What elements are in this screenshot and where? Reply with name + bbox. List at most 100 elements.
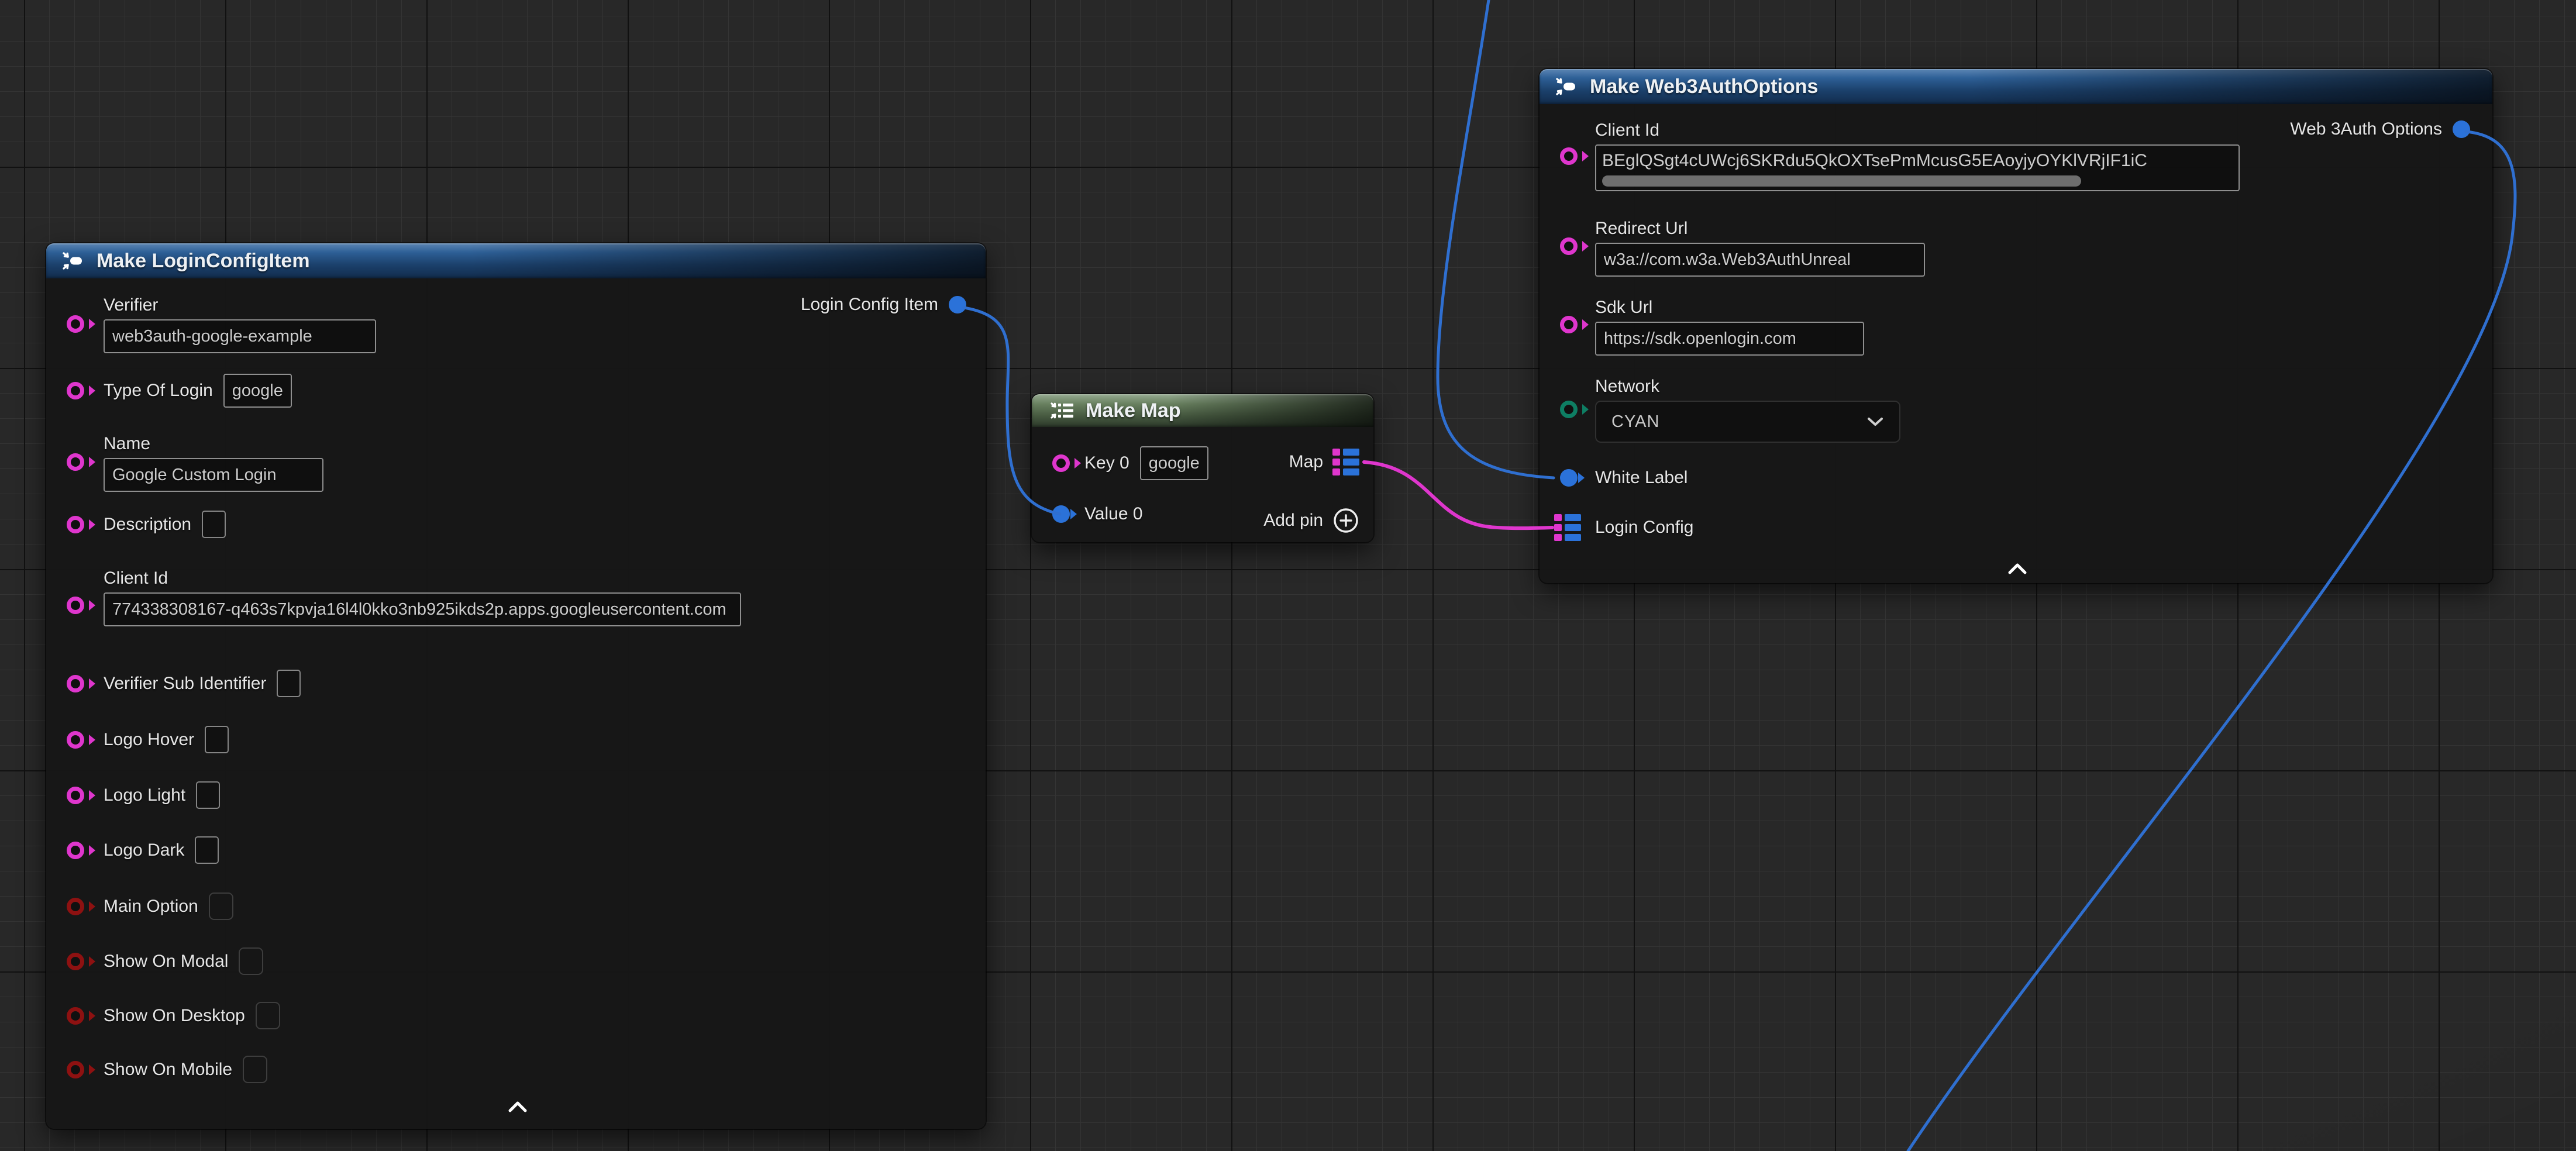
pin-redirect-url[interactable] [1560,237,1578,255]
node-header-make-loginconfigitem[interactable]: Make LoginConfigItem [46,243,986,278]
show-on-desktop-checkbox[interactable] [256,1002,280,1029]
node-header-make-map[interactable]: Make Map [1032,394,1373,427]
logo-light-label: Logo Light [104,785,185,805]
pin-show-on-desktop[interactable] [67,1007,84,1025]
node-title: Make Web3AuthOptions [1590,75,1818,98]
client-id-label: Client Id [104,568,168,588]
row-main-option: Main Option [46,892,986,920]
show-on-modal-checkbox[interactable] [239,947,263,975]
verifier-sub-identifier-field[interactable] [277,670,301,697]
node-make-loginconfigitem[interactable]: Make LoginConfigItem Login Config Item V… [46,243,986,1129]
client-id-field[interactable]: 774338308167-q463s7kpvja16l4l0kko3nb925i… [104,592,741,626]
show-on-mobile-label: Show On Mobile [104,1060,232,1080]
pin-show-on-modal[interactable] [67,953,84,970]
pin-web3-client-id[interactable] [1560,147,1578,165]
redirect-url-field[interactable]: w3a://com.w3a.Web3AuthUnreal [1595,243,1925,277]
show-on-modal-label: Show On Modal [104,952,228,971]
network-dropdown[interactable]: CYAN [1595,401,1900,443]
pin-logo-dark[interactable] [67,842,84,859]
wire-offscreen-top-to-white-label[interactable] [1438,0,1554,478]
logo-dark-field[interactable] [195,836,219,864]
pin-verifier[interactable] [67,315,84,333]
row-logo-light: Logo Light [46,781,986,809]
logo-light-field[interactable] [196,781,220,809]
type-of-login-label: Type Of Login [104,381,213,401]
pin-network[interactable] [1560,401,1578,418]
sdk-url-field[interactable]: https://sdk.openlogin.com [1595,322,1864,356]
row-verifier: Verifier web3auth-google-example [46,295,986,353]
type-of-login-field[interactable]: google [223,374,292,408]
row-redirect-url: Redirect Url w3a://com.w3a.Web3AuthUnrea… [1540,219,2492,277]
chevron-up-icon [2007,561,2028,576]
row-network: Network CYAN [1540,377,2492,443]
row-description: Description [46,511,986,538]
show-on-desktop-label: Show On Desktop [104,1006,245,1026]
verifier-label: Verifier [104,295,158,315]
name-field[interactable]: Google Custom Login [104,458,323,492]
description-field[interactable] [202,511,226,538]
web3-client-id-label: Client Id [1595,120,1659,140]
logo-hover-label: Logo Hover [104,730,194,750]
pin-main-option[interactable] [67,898,84,915]
network-selected-value: CYAN [1611,412,1659,432]
pin-login-config[interactable] [1554,514,1581,541]
sdk-url-label: Sdk Url [1595,298,1652,318]
add-pin-icon[interactable] [1332,507,1359,534]
add-pin-label: Add pin [1263,511,1323,530]
row-verifier-sub-identifier: Verifier Sub Identifier [46,670,986,697]
pin-sdk-url[interactable] [1560,316,1578,333]
row-show-on-mobile: Show On Mobile [46,1056,986,1083]
row-sdk-url: Sdk Url https://sdk.openlogin.com [1540,298,2492,356]
node-title: Make LoginConfigItem [97,250,310,273]
node-make-map[interactable]: Make Map Key 0 google Value 0 Map Add pi… [1032,394,1373,542]
logo-dark-label: Logo Dark [104,840,184,860]
scrollbar-thumb[interactable] [1602,175,2081,187]
pin-type-of-login[interactable] [67,382,84,399]
row-show-on-desktop: Show On Desktop [46,1002,986,1029]
node-header-make-web3authoptions[interactable]: Make Web3AuthOptions [1540,69,2492,104]
main-option-label: Main Option [104,897,198,916]
row-add-pin: Add pin [1032,507,1373,534]
make-map-icon [1049,400,1076,421]
make-struct-icon [61,250,85,271]
row-login-config: Login Config [1540,514,2492,541]
field-horizontal-scrollbar[interactable] [1602,175,2233,187]
pin-show-on-mobile[interactable] [67,1061,84,1078]
login-config-label: Login Config [1595,518,1693,537]
name-label: Name [104,434,150,454]
pin-client-id[interactable] [67,597,84,614]
web3-client-id-field[interactable]: BEglQSgt4cUWcj6SKRdu5QkOXTsePmMcusG5EAoy… [1595,144,2240,191]
pin-name[interactable] [67,453,84,471]
row-logo-hover: Logo Hover [46,726,986,753]
redirect-url-label: Redirect Url [1595,219,1688,239]
network-label: Network [1595,377,1659,397]
blueprint-graph-canvas[interactable]: { "colors": { "pin_string": "#df36cd", "… [0,0,2576,1151]
node-make-web3authoptions[interactable]: Make Web3AuthOptions Web 3Auth Options C… [1540,69,2492,583]
pin-map-output[interactable] [1332,449,1359,475]
row-type-of-login: Type Of Login google [46,375,986,406]
collapse-node-button[interactable] [507,1100,528,1116]
row-map-output: Map [1032,449,1373,475]
white-label-label: White Label [1595,468,1688,488]
verifier-sub-identifier-label: Verifier Sub Identifier [104,674,266,694]
row-white-label: White Label [1540,466,2492,490]
pin-description[interactable] [67,516,84,533]
node-title: Make Map [1086,399,1181,422]
logo-hover-field[interactable] [205,726,229,753]
web3-client-id-value: BEglQSgt4cUWcj6SKRdu5QkOXTsePmMcusG5EAoy… [1602,149,2233,173]
make-struct-icon [1555,76,1578,97]
wire-map-out-to-login-config[interactable] [1364,462,1552,528]
collapse-node-button[interactable] [2007,561,2028,578]
map-output-label: Map [1289,452,1323,472]
main-option-checkbox[interactable] [209,892,233,920]
verifier-field[interactable]: web3auth-google-example [104,319,376,353]
pin-white-label[interactable] [1560,469,1578,487]
row-logo-dark: Logo Dark [46,836,986,864]
pin-logo-hover[interactable] [67,731,84,749]
show-on-mobile-checkbox[interactable] [243,1056,267,1083]
row-show-on-modal: Show On Modal [46,947,986,975]
pin-verifier-sub-identifier[interactable] [67,675,84,692]
chevron-up-icon [507,1100,528,1114]
pin-logo-light[interactable] [67,787,84,804]
row-web3-client-id: Client Id BEglQSgt4cUWcj6SKRdu5QkOXTsePm… [1540,120,2492,191]
